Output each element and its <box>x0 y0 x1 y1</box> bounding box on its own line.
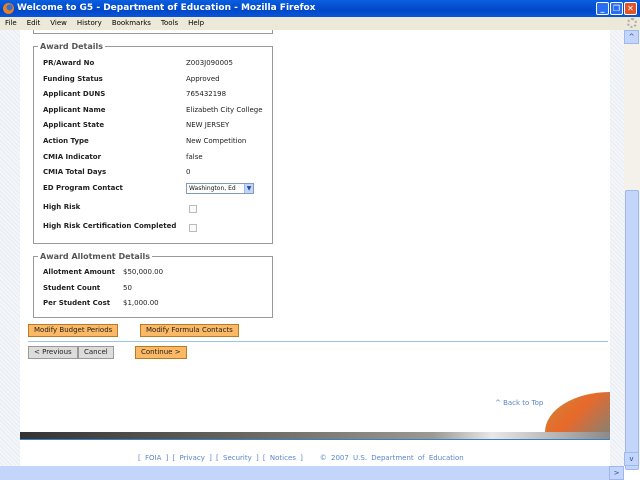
award-field-label: PR/Award No <box>43 59 95 67</box>
footer-banner <box>20 432 610 440</box>
award-field-label: Applicant Name <box>43 105 106 114</box>
allotment-field-label: Student Count <box>43 283 101 292</box>
ed-program-contact-label: ED Program Contact <box>43 184 123 192</box>
firefox-icon <box>3 3 14 14</box>
award-field-value: NEW JERSEY <box>186 121 230 130</box>
high-risk-checkbox[interactable] <box>189 205 197 213</box>
chevron-down-icon[interactable]: ▼ <box>244 184 253 193</box>
copyright: © 2007 U.S. Department of Education <box>319 454 464 462</box>
title-bar: Welcome to G5 - Department of Education … <box>0 0 640 17</box>
allotment-field-value: $50,000.00 <box>123 268 164 276</box>
menu-history[interactable]: History <box>77 19 102 27</box>
vertical-scroll-thumb[interactable] <box>625 190 639 470</box>
security-link[interactable]: Security <box>223 454 252 462</box>
ed-program-contact-select[interactable]: Washington, Ed ▼ <box>186 183 254 194</box>
award-field-value: Approved <box>186 74 220 83</box>
continue-button[interactable]: Continue > <box>135 346 187 359</box>
close-button[interactable]: ✕ <box>624 2 637 15</box>
minimize-button[interactable]: _ <box>596 2 609 15</box>
classroom-image <box>545 392 610 432</box>
divider <box>28 341 608 342</box>
scroll-down-button[interactable]: v <box>624 452 639 466</box>
award-field-value: New Competition <box>186 137 247 145</box>
right-border <box>610 30 624 466</box>
award-details-legend: Award Details <box>40 42 103 51</box>
horizontal-scrollbar[interactable]: > <box>0 466 624 480</box>
award-field-label: CMIA Total Days <box>43 168 107 177</box>
award-field-label: Applicant DUNS <box>43 90 106 99</box>
scroll-right-button[interactable]: > <box>609 466 624 480</box>
ed-program-contact-value: Washington, Ed <box>189 185 236 192</box>
award-field-value: Elizabeth City College <box>186 105 263 114</box>
cancel-button[interactable]: Cancel <box>78 346 114 359</box>
allotment-field-value: 50 <box>123 283 132 292</box>
allotment-field-label: Per Student Cost <box>43 299 111 307</box>
award-field-value: 0 <box>186 168 191 177</box>
award-field-value: 765432198 <box>186 90 227 99</box>
allotment-field-label: Allotment Amount <box>43 268 116 276</box>
vertical-scrollbar[interactable]: ^ v <box>624 30 640 470</box>
notices-link[interactable]: Notices <box>270 454 296 462</box>
menu-file[interactable]: File <box>5 19 17 27</box>
award-field-label: CMIA Indicator <box>43 152 102 161</box>
menu-tools[interactable]: Tools <box>161 19 178 27</box>
scroll-up-button[interactable]: ^ <box>624 30 639 44</box>
privacy-link[interactable]: Privacy <box>180 454 205 462</box>
maximize-button[interactable]: ❐ <box>610 2 623 15</box>
high-risk-cert-label: High Risk Certification Completed <box>43 222 177 230</box>
award-field-label: Action Type <box>43 137 89 145</box>
award-field-value: Z003J090005 <box>186 59 233 67</box>
modify-formula-contacts-button[interactable]: Modify Formula Contacts <box>140 324 239 337</box>
previous-button[interactable]: < Previous <box>28 346 78 359</box>
previous-fieldset-bottom <box>33 30 273 34</box>
award-field-value: false <box>186 152 203 161</box>
menu-bookmarks[interactable]: Bookmarks <box>112 19 151 27</box>
foia-link[interactable]: FOIA <box>145 454 161 462</box>
left-border <box>0 30 20 466</box>
menu-help[interactable]: Help <box>188 19 204 27</box>
high-risk-cert-checkbox[interactable] <box>189 224 197 232</box>
award-field-label: Funding Status <box>43 74 103 83</box>
menu-edit[interactable]: Edit <box>27 19 41 27</box>
back-to-top-link[interactable]: ^ Back to Top <box>495 399 543 407</box>
throbber-icon <box>627 18 637 28</box>
menu-view[interactable]: View <box>50 19 67 27</box>
allotment-field-value: $1,000.00 <box>123 299 159 307</box>
award-field-label: Applicant State <box>43 121 105 130</box>
high-risk-label: High Risk <box>43 203 81 211</box>
page-viewport: Award Details Award Allotment Details ED… <box>0 30 624 466</box>
allotment-legend: Award Allotment Details <box>40 252 151 261</box>
window-title: Welcome to G5 - Department of Education … <box>17 3 316 13</box>
modify-budget-periods-button[interactable]: Modify Budget Periods <box>28 324 119 337</box>
footer-links: [ FOIA ] [ Privacy ] [ Security ] [ Noti… <box>138 454 464 462</box>
menu-bar: File Edit View History Bookmarks Tools Help <box>0 17 640 30</box>
